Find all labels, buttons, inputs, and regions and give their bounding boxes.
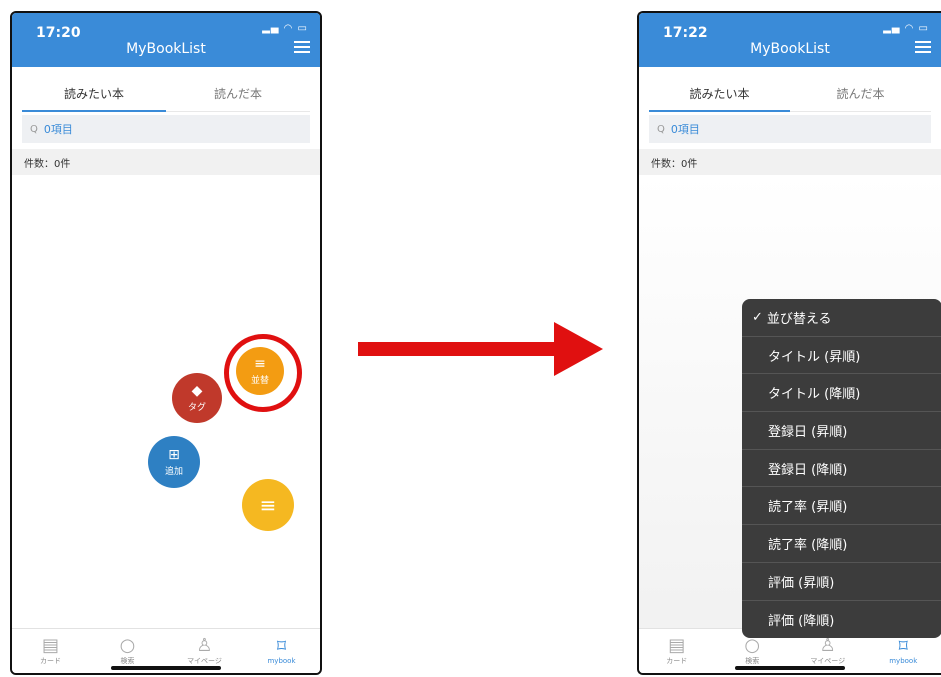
person-icon: ♙ <box>819 635 836 656</box>
sort-menu-header-label: 並び替える <box>766 311 832 327</box>
search-bar[interactable]: Q 0項目 <box>22 115 310 143</box>
sort-fab-button[interactable]: ≡ 並替 <box>236 347 284 395</box>
bookmark-icon: ⌑ <box>276 636 287 657</box>
search-bar[interactable]: Q 0項目 <box>649 115 931 143</box>
app-header: 17:20 ▂▄ ◠ ▭ MyBookList <box>12 13 320 67</box>
left-phone-screen: 17:20 ▂▄ ◠ ▭ MyBookList 読みたい本 読んだ本 Q 0項目… <box>10 11 322 675</box>
sort-option-progress-asc[interactable]: 読了率 (昇順) <box>742 487 941 526</box>
tab-want-to-read[interactable]: 読みたい本 <box>649 75 790 112</box>
tag-fab-button[interactable]: ◆ タグ <box>172 373 222 423</box>
tag-fab-label: タグ <box>187 402 206 413</box>
sort-option-date-asc[interactable]: 登録日 (昇順) <box>742 412 941 450</box>
search-icon: Q <box>657 123 665 135</box>
item-count: 件数：0件 <box>639 149 941 175</box>
nav-mybook-label: mybook <box>267 657 296 665</box>
status-time: 17:20 <box>36 25 81 41</box>
bottom-navigation: ▤ カード ○ 検索 ♙ マイページ ⌑ mybook <box>12 628 320 673</box>
nav-search-label: 検索 <box>120 657 135 665</box>
status-icons: ▂▄ ◠ ▭ <box>262 23 308 34</box>
nav-mypage-label: マイページ <box>187 657 222 665</box>
nav-mybook[interactable]: ⌑ mybook <box>243 629 320 673</box>
sort-icon: ≡ <box>254 355 266 372</box>
tab-want-to-read[interactable]: 読みたい本 <box>22 75 166 112</box>
search-icon: ○ <box>119 635 136 656</box>
search-text: 0項目 <box>670 123 700 136</box>
search-text: 0項目 <box>43 123 73 136</box>
main-menu-fab-button[interactable]: ≡ <box>242 479 294 531</box>
nav-card-label: カード <box>666 657 688 665</box>
add-note-icon: ⊞ <box>168 446 180 463</box>
tag-icon: ◆ <box>191 382 203 399</box>
right-phone-screen: 17:22 ▂▄ ◠ ▭ MyBookList 読みたい本 読んだ本 Q 0項目… <box>637 11 941 675</box>
nav-mypage-label: マイページ <box>810 657 846 665</box>
sort-option-rating-desc[interactable]: 評価 (降順) <box>742 601 941 639</box>
hamburger-menu-icon[interactable] <box>915 41 931 53</box>
app-title: MyBookList <box>750 41 830 57</box>
sort-menu: ✓ 並び替える タイトル (昇順) タイトル (降順) 登録日 (昇順) 登録日… <box>742 299 941 639</box>
sort-option-title-asc[interactable]: タイトル (昇順) <box>742 337 941 375</box>
sort-menu-header: ✓ 並び替える <box>742 299 941 337</box>
nav-mybook-label: mybook <box>889 657 918 665</box>
checkmark-icon: ✓ <box>752 309 763 325</box>
card-icon: ▤ <box>668 635 686 656</box>
tab-already-read[interactable]: 読んだ本 <box>790 75 931 111</box>
nav-card[interactable]: ▤ カード <box>639 629 715 673</box>
transition-arrow <box>358 322 603 376</box>
tab-bar: 読みたい本 読んだ本 <box>22 75 310 112</box>
sort-option-title-desc[interactable]: タイトル (降順) <box>742 374 941 413</box>
card-icon: ▤ <box>41 635 59 656</box>
app-header: 17:22 ▂▄ ◠ ▭ MyBookList <box>639 13 941 67</box>
home-indicator <box>735 666 845 670</box>
home-indicator <box>111 666 221 670</box>
status-icons: ▂▄ ◠ ▭ <box>883 23 929 34</box>
hamburger-fab-icon: ≡ <box>259 493 277 517</box>
sort-option-progress-desc[interactable]: 読了率 (降順) <box>742 525 941 563</box>
bookmark-icon: ⌑ <box>898 636 908 657</box>
sort-option-date-desc[interactable]: 登録日 (降順) <box>742 450 941 488</box>
search-icon: ○ <box>744 635 761 656</box>
sort-option-rating-asc[interactable]: 評価 (昇順) <box>742 563 941 601</box>
add-fab-button[interactable]: ⊞ 追加 <box>148 436 200 488</box>
nav-search-label: 検索 <box>745 657 760 665</box>
hamburger-menu-icon[interactable] <box>294 41 310 53</box>
tab-bar: 読みたい本 読んだ本 <box>649 75 931 112</box>
item-count: 件数：0件 <box>12 149 320 175</box>
search-icon: Q <box>30 123 38 135</box>
app-title: MyBookList <box>126 41 206 57</box>
sort-fab-label: 並替 <box>250 375 269 386</box>
status-time: 17:22 <box>663 25 708 41</box>
nav-card-label: カード <box>40 657 61 665</box>
person-icon: ♙ <box>196 635 213 656</box>
add-fab-label: 追加 <box>164 466 183 477</box>
tab-already-read[interactable]: 読んだ本 <box>166 75 310 111</box>
nav-card[interactable]: ▤ カード <box>12 629 89 673</box>
